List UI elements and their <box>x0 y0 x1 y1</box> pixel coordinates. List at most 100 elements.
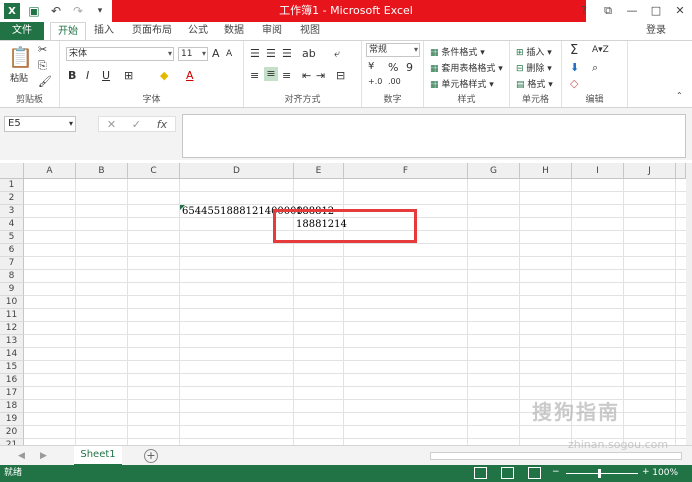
cut-icon[interactable]: ✂ <box>38 43 47 56</box>
horizontal-scrollbar[interactable] <box>430 452 682 460</box>
ribbon-display-button[interactable]: ⧉ <box>596 0 620 22</box>
collapse-ribbon-icon[interactable]: ⌃ <box>676 91 683 100</box>
tab-insert[interactable]: 插入 <box>88 22 120 40</box>
login-link[interactable]: 登录 <box>646 22 666 40</box>
cancel-icon[interactable]: ✕ <box>107 118 116 131</box>
number-format-select[interactable]: 常规 ▾ <box>366 43 420 57</box>
underline-button[interactable]: U <box>102 69 110 82</box>
column-header-j[interactable]: J <box>624 163 676 179</box>
copy-icon[interactable]: ⎘ <box>38 59 47 73</box>
zoom-in-button[interactable]: + <box>642 467 650 477</box>
font-color-icon[interactable]: A <box>186 69 194 82</box>
row-header-4[interactable]: 4 <box>0 218 24 231</box>
prev-sheet-icon[interactable]: ◀ <box>18 446 25 466</box>
zoom-out-button[interactable]: − <box>552 467 560 477</box>
row-header-2[interactable]: 2 <box>0 192 24 205</box>
insert-cells-button[interactable]: ⊞ 插入 ▾ <box>516 45 552 58</box>
sheet-tab-sheet1[interactable]: Sheet1 <box>74 446 122 466</box>
format-painter-icon[interactable]: 🖌 <box>38 75 52 88</box>
conditional-format-button[interactable]: ▦ 条件格式 ▾ <box>430 45 485 58</box>
row-header-7[interactable]: 7 <box>0 257 24 270</box>
vertical-scrollbar[interactable] <box>686 163 692 445</box>
column-header-g[interactable]: G <box>468 163 520 179</box>
column-header-c[interactable]: C <box>128 163 180 179</box>
close-button[interactable]: ✕ <box>668 0 692 22</box>
insert-function-button[interactable]: fx <box>157 118 167 131</box>
row-header-20[interactable]: 20 <box>0 426 24 439</box>
tab-review[interactable]: 审阅 <box>256 22 288 40</box>
save-icon[interactable]: ▣ <box>26 3 42 19</box>
row-header-17[interactable]: 17 <box>0 387 24 400</box>
format-as-table-button[interactable]: ▦ 套用表格格式 ▾ <box>430 61 503 74</box>
tab-formulas[interactable]: 公式 <box>182 22 214 40</box>
align-middle-icon[interactable]: ☰ <box>266 47 276 60</box>
font-size-select[interactable]: 11 ▾ <box>178 47 208 61</box>
column-header-a[interactable]: A <box>24 163 76 179</box>
name-box[interactable]: E5 ▾ <box>4 116 76 132</box>
customize-qat-icon[interactable]: ▾ <box>92 3 108 19</box>
align-bottom-icon[interactable]: ☰ <box>282 47 292 60</box>
autosum-icon[interactable]: Σ <box>570 43 578 58</box>
row-header-6[interactable]: 6 <box>0 244 24 257</box>
wrap-text-icon[interactable]: ⤶ <box>334 47 340 61</box>
error-indicator-icon[interactable] <box>180 205 185 210</box>
row-header-8[interactable]: 8 <box>0 270 24 283</box>
font-name-select[interactable]: 宋体 ▾ <box>66 47 174 61</box>
percent-button[interactable]: % <box>388 61 398 74</box>
tab-file[interactable]: 文件 <box>0 22 44 40</box>
zoom-level[interactable]: 100% <box>652 465 678 482</box>
row-header-13[interactable]: 13 <box>0 335 24 348</box>
maximize-button[interactable]: □ <box>644 0 668 22</box>
tab-data[interactable]: 数据 <box>218 22 250 40</box>
row-header-3[interactable]: 3 <box>0 205 24 218</box>
select-all-corner[interactable] <box>0 163 24 179</box>
next-sheet-icon[interactable]: ▶ <box>40 446 47 466</box>
align-left-icon[interactable]: ≡ <box>250 69 259 82</box>
page-layout-view-icon[interactable] <box>501 467 514 479</box>
column-header-e[interactable]: E <box>294 163 344 179</box>
bold-button[interactable]: B <box>68 69 76 82</box>
fill-color-icon[interactable]: ◆ <box>160 69 168 82</box>
border-icon[interactable]: ⊞ <box>124 69 133 82</box>
page-break-view-icon[interactable] <box>528 467 541 479</box>
tab-view[interactable]: 视图 <box>294 22 326 40</box>
tab-home[interactable]: 开始 <box>50 22 86 40</box>
redo-icon[interactable]: ↷ <box>70 3 86 19</box>
row-header-5[interactable]: 5 <box>0 231 24 244</box>
delete-cells-button[interactable]: ⊟ 删除 ▾ <box>516 61 552 74</box>
cell-styles-button[interactable]: ▦ 单元格样式 ▾ <box>430 77 494 90</box>
row-header-1[interactable]: 1 <box>0 179 24 192</box>
shrink-font-button[interactable]: A <box>226 49 232 59</box>
increase-decimal-icon[interactable]: +.0 <box>368 77 382 86</box>
row-header-9[interactable]: 9 <box>0 283 24 296</box>
paste-label[interactable]: 粘贴 <box>10 71 28 84</box>
normal-view-icon[interactable] <box>474 467 487 479</box>
row-header-14[interactable]: 14 <box>0 348 24 361</box>
fill-icon[interactable]: ⬇ <box>570 61 579 74</box>
enter-icon[interactable]: ✓ <box>132 118 141 131</box>
column-header-b[interactable]: B <box>76 163 128 179</box>
add-sheet-button[interactable]: + <box>144 449 158 463</box>
merge-center-icon[interactable]: ⊟ <box>336 69 345 82</box>
find-select-icon[interactable]: ⌕ <box>592 61 598 75</box>
orientation-icon[interactable]: ab <box>302 47 316 60</box>
format-cells-button[interactable]: ▤ 格式 ▾ <box>516 77 553 90</box>
currency-icon[interactable]: ¥ <box>368 61 374 72</box>
help-button[interactable]: ? <box>572 0 596 22</box>
column-header-d[interactable]: D <box>180 163 294 179</box>
tab-page-layout[interactable]: 页面布局 <box>126 22 178 40</box>
paste-icon[interactable]: 📋 <box>8 45 33 69</box>
row-header-15[interactable]: 15 <box>0 361 24 374</box>
row-header-10[interactable]: 10 <box>0 296 24 309</box>
grow-font-button[interactable]: A <box>212 47 220 60</box>
minimize-button[interactable]: — <box>620 0 644 22</box>
italic-button[interactable]: I <box>86 69 89 82</box>
comma-button[interactable]: 9 <box>406 61 413 74</box>
sort-filter-icon[interactable]: A▾Z <box>592 45 609 55</box>
align-top-icon[interactable]: ☰ <box>250 47 260 60</box>
align-center-icon[interactable]: ≡ <box>264 67 278 81</box>
zoom-slider-track[interactable] <box>566 473 638 474</box>
clear-icon[interactable]: ◇ <box>570 77 578 90</box>
row-header-16[interactable]: 16 <box>0 374 24 387</box>
row-header-11[interactable]: 11 <box>0 309 24 322</box>
